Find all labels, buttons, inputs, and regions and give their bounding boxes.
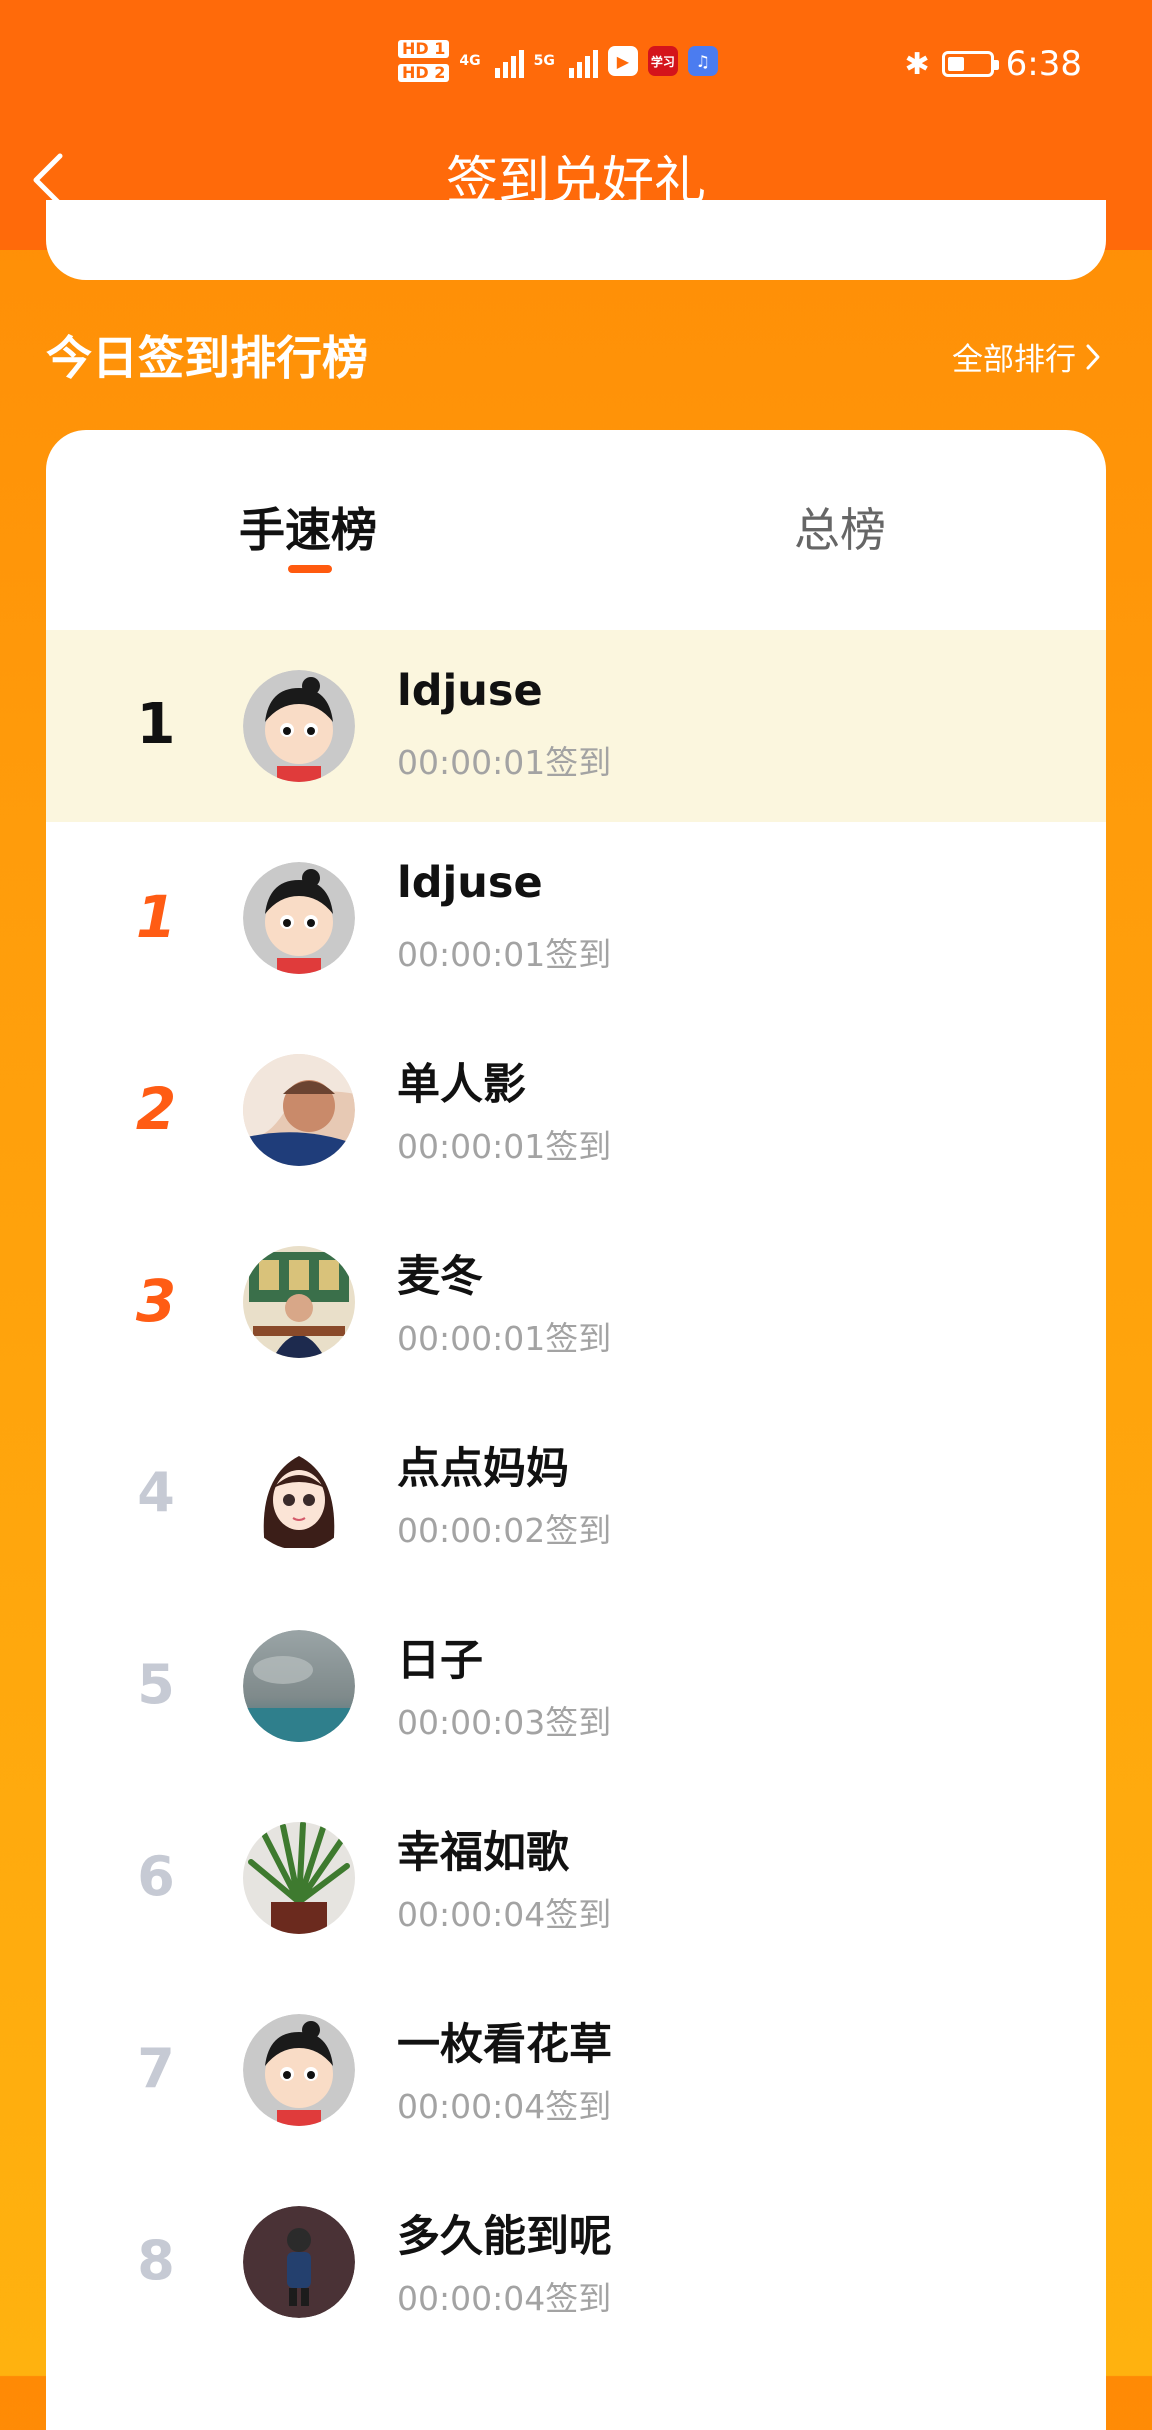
list-item[interactable]: 1 ldjuse 00:00:01签到 <box>46 822 1106 1014</box>
sign-time: 00:00:04签到 <box>397 2279 612 2318</box>
all-rank-link[interactable]: 全部排行 <box>952 334 1102 379</box>
my-rank-row[interactable]: 1 ldjuse 00:00:01签到 <box>46 630 1106 822</box>
sim1-badge: HD 1 <box>398 40 450 58</box>
user-name: ldjuse <box>397 858 543 908</box>
signal-icon <box>568 44 598 78</box>
avatar <box>243 862 355 974</box>
rank-number: 5 <box>137 1653 175 1716</box>
avatar <box>243 670 355 782</box>
sign-time: 00:00:01签到 <box>397 743 612 782</box>
rank-number: 4 <box>137 1461 175 1524</box>
list-item[interactable]: 2 单人影 00:00:01签到 <box>46 1014 1106 1206</box>
ranking-tabs: 手速榜 总榜 <box>46 430 1106 630</box>
rank-number: 2 <box>96 1071 216 1144</box>
list-item[interactable]: 3 麦冬 00:00:01签到 <box>46 1206 1106 1398</box>
sim2-badge: HD 2 <box>398 64 450 82</box>
avatar <box>243 1630 355 1742</box>
video-app-icon: ▶ <box>607 46 638 76</box>
sign-time: 00:00:03签到 <box>397 1703 612 1742</box>
battery-icon <box>941 51 999 77</box>
rank-number: 8 <box>137 2229 175 2292</box>
study-app-icon: 学习 <box>647 46 678 76</box>
all-rank-label: 全部排行 <box>952 342 1076 378</box>
user-name: 幸福如歌 <box>397 1828 569 1878</box>
status-right: ✱ 6:38 <box>905 44 1083 84</box>
user-name: 多久能到呢 <box>397 2212 612 2262</box>
chevron-right-icon <box>1086 344 1100 369</box>
tab-indicator <box>288 565 332 573</box>
user-name: 点点妈妈 <box>397 1444 569 1494</box>
avatar <box>243 1246 355 1358</box>
rank-number: 7 <box>137 2037 175 2100</box>
avatar <box>243 2014 355 2126</box>
rank-number: 1 <box>96 879 216 952</box>
signal-icon <box>494 44 524 78</box>
avatar <box>243 1054 355 1166</box>
list-item[interactable]: 8 多久能到呢 00:00:04签到 <box>46 2166 1106 2358</box>
tab-speed[interactable]: 手速榜 <box>239 494 377 560</box>
sign-time: 00:00:02签到 <box>397 1511 612 1550</box>
sign-time: 00:00:01签到 <box>397 1127 612 1166</box>
bluetooth-icon: ✱ <box>904 46 930 82</box>
signal-group: HD 1 HD 2 4G 5G ▶ 学习 ♫ <box>398 40 718 82</box>
clock: 6:38 <box>1005 44 1082 84</box>
sign-time: 00:00:01签到 <box>397 1319 612 1358</box>
list-item[interactable]: 5 日子 00:00:03签到 <box>46 1590 1106 1782</box>
list-item[interactable]: 6 幸福如歌 00:00:04签到 <box>46 1782 1106 1974</box>
rank-number: 3 <box>96 1263 216 1336</box>
network-type-2: 5G <box>533 53 555 69</box>
list-item[interactable]: 7 一枚看花草 00:00:04签到 <box>46 1974 1106 2166</box>
avatar <box>243 2206 355 2318</box>
sim-badges: HD 1 HD 2 <box>398 40 450 82</box>
user-name: 单人影 <box>397 1060 526 1110</box>
sign-time: 00:00:04签到 <box>397 2087 612 2126</box>
rank-number: 1 <box>136 692 176 757</box>
user-name: 一枚看花草 <box>397 2020 612 2070</box>
tab-total[interactable]: 总榜 <box>794 494 886 560</box>
ranking-card: 手速榜 总榜 1 ldjuse 00:00:01签到 1 ldjuse 00:0… <box>46 430 1106 2430</box>
previous-card <box>46 200 1106 280</box>
sign-time: 00:00:04签到 <box>397 1895 612 1934</box>
status-bar: HD 1 HD 2 4G 5G ▶ 学习 ♫ ✱ 6:38 <box>0 0 1152 130</box>
user-name: ldjuse <box>397 666 543 716</box>
network-type-1: 4G <box>459 53 481 69</box>
rank-number: 6 <box>137 1845 175 1908</box>
user-name: 麦冬 <box>397 1252 483 1302</box>
music-app-icon: ♫ <box>687 46 718 76</box>
avatar <box>243 1822 355 1934</box>
user-name: 日子 <box>397 1636 483 1686</box>
avatar <box>243 1438 355 1550</box>
sign-time: 00:00:01签到 <box>397 935 612 974</box>
section-title: 今日签到排行榜 <box>46 331 368 385</box>
list-item[interactable]: 4 点点妈妈 00:00:02签到 <box>46 1398 1106 1590</box>
